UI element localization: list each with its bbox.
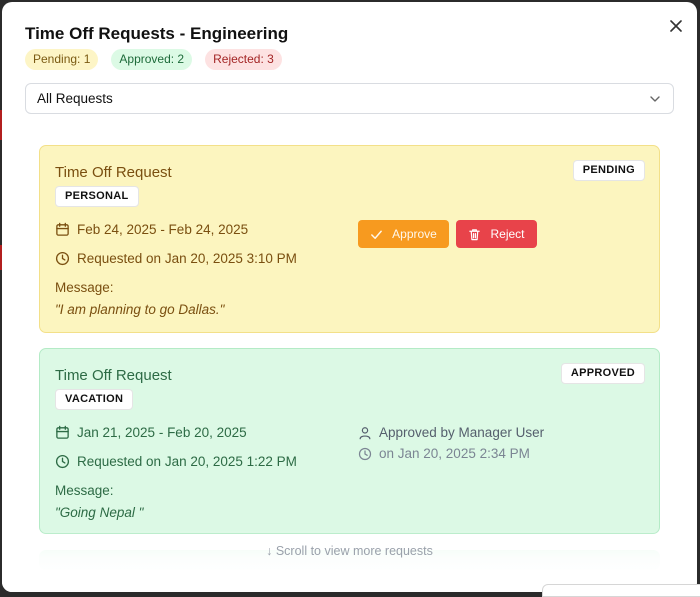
request-title: Time Off Request — [55, 367, 172, 384]
clock-icon — [358, 447, 372, 460]
trash-icon — [469, 228, 481, 240]
status-badge: APPROVED — [560, 363, 645, 384]
request-card-pending: Time Off Request PERSONAL PENDING Feb 24… — [39, 145, 660, 333]
requested-on-row: Requested on Jan 20, 2025 1:22 PM — [55, 454, 297, 469]
close-button[interactable] — [666, 16, 686, 36]
time-off-requests-modal: Time Off Requests - Engineering Pending:… — [2, 2, 697, 592]
request-card-approved: Time Off Request VACATION APPROVED Jan 2… — [39, 348, 660, 534]
message-label: Message: — [55, 483, 114, 498]
close-icon — [670, 20, 682, 32]
date-range-row: Feb 24, 2025 - Feb 24, 2025 — [55, 222, 248, 237]
check-icon — [371, 230, 383, 239]
request-type-tag: PERSONAL — [55, 186, 139, 207]
rejected-count-badge: Rejected: 3 — [205, 49, 282, 70]
requested-on-text: Requested on Jan 20, 2025 3:10 PM — [77, 251, 297, 266]
pending-count-badge: Pending: 1 — [25, 49, 99, 70]
modal-title: Time Off Requests - Engineering — [25, 24, 289, 43]
request-filter-select[interactable]: All Requests — [25, 83, 674, 114]
approved-count-badge: Approved: 2 — [111, 49, 193, 70]
approved-on-text: on Jan 20, 2025 2:34 PM — [379, 446, 530, 461]
requested-on-text: Requested on Jan 20, 2025 1:22 PM — [77, 454, 297, 469]
scroll-fade — [2, 530, 697, 592]
date-range-text: Feb 24, 2025 - Feb 24, 2025 — [77, 222, 249, 237]
date-range-text: Jan 21, 2025 - Feb 20, 2025 — [77, 425, 247, 440]
chevron-down-icon — [650, 96, 660, 102]
approved-on-row: on Jan 20, 2025 2:34 PM — [358, 446, 530, 461]
reject-button[interactable]: Reject — [456, 220, 537, 248]
approved-by-row: Approved by Manager User — [358, 425, 544, 440]
clock-icon — [55, 454, 70, 469]
message-label: Message: — [55, 280, 114, 295]
clock-icon — [55, 251, 70, 266]
background-panel-corner — [542, 584, 700, 597]
reject-button-label: Reject — [490, 227, 525, 241]
approve-button[interactable]: Approve — [358, 220, 449, 248]
date-range-row: Jan 21, 2025 - Feb 20, 2025 — [55, 425, 247, 440]
status-badge: PENDING — [572, 160, 645, 181]
calendar-icon — [56, 425, 69, 439]
scroll-hint: ↓ Scroll to view more requests — [266, 544, 433, 558]
calendar-icon — [56, 222, 69, 236]
request-type-tag: VACATION — [55, 389, 134, 410]
message-text: "I am planning to go Dallas." — [55, 302, 225, 317]
requested-on-row: Requested on Jan 20, 2025 3:10 PM — [55, 251, 297, 266]
status-counts: Pending: 1 Approved: 2 Rejected: 3 — [25, 49, 282, 70]
request-list[interactable]: Time Off Request PERSONAL PENDING Feb 24… — [2, 130, 697, 592]
message-text: "Going Nepal " — [55, 505, 144, 520]
request-title: Time Off Request — [55, 164, 172, 181]
approved-by-text: Approved by Manager User — [379, 425, 545, 440]
approve-button-label: Approve — [392, 227, 437, 241]
filter-selected-value: All Requests — [37, 91, 113, 106]
user-icon — [359, 426, 371, 439]
